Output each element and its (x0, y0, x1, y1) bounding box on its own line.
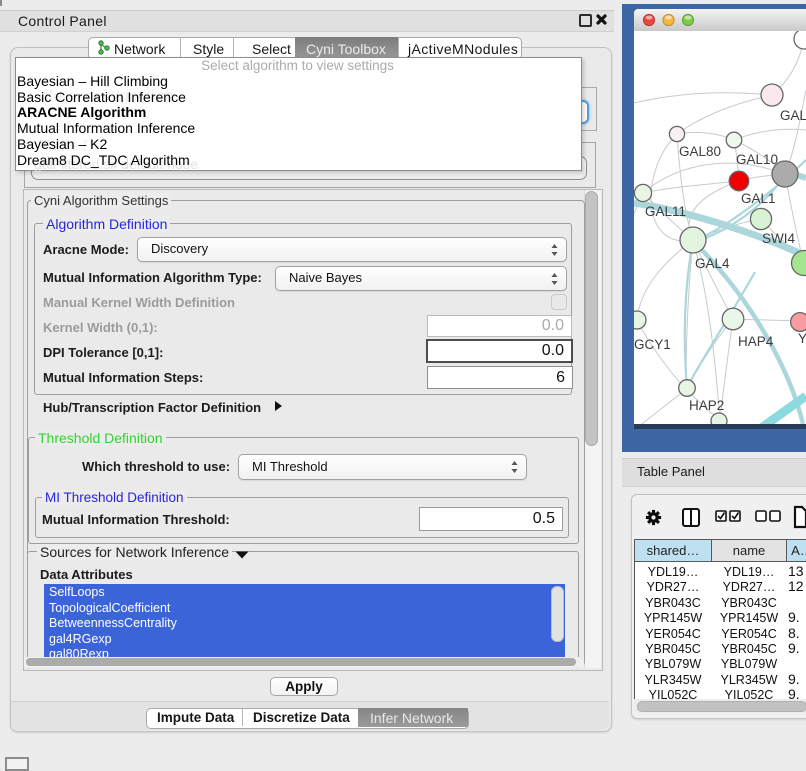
svg-text:Y: Y (798, 331, 806, 346)
svg-text:GAL11: GAL11 (645, 204, 686, 219)
svg-text:GAL10: GAL10 (736, 152, 778, 167)
svg-text:GAL1: GAL1 (741, 191, 776, 206)
svg-text:SWI4: SWI4 (762, 231, 795, 246)
svg-text:GAL7: GAL7 (780, 108, 806, 123)
svg-text:GAL80: GAL80 (679, 144, 721, 159)
svg-text:HAP4: HAP4 (738, 334, 774, 349)
svg-text:GAL4: GAL4 (695, 256, 730, 271)
svg-text:HAP2: HAP2 (689, 398, 724, 413)
svg-text:GCY1: GCY1 (634, 337, 671, 352)
